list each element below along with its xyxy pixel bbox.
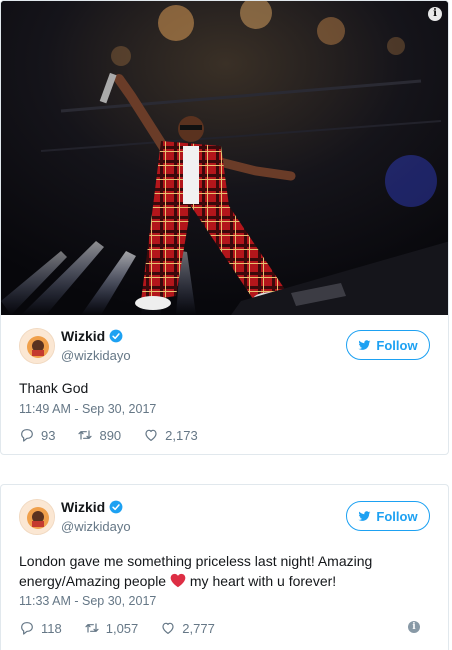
follow-button[interactable]: Follow [346,501,430,531]
heart-outline-icon [162,622,174,634]
retweet-count: 890 [99,427,122,443]
avatar[interactable] [19,499,55,535]
twitter-bird-icon [358,339,371,350]
retweet-count: 1,057 [105,620,139,636]
retweet-icon [85,623,99,633]
display-name[interactable]: Wizkid [61,328,105,344]
red-heart-emoji-icon [170,573,186,588]
info-icon[interactable]: i [408,621,420,633]
concert-photo [1,1,448,315]
display-name[interactable]: Wizkid [61,499,105,515]
tweet-text-part-2: my heart with u forever! [186,573,337,589]
follow-button[interactable]: Follow [346,330,430,360]
tweet-card: Wizkid @wizkidayo Follow London gave me … [0,484,449,650]
tweet-text: Thank God [19,380,89,396]
tweet-timestamp[interactable]: 11:33 AM - Sep 30, 2017 [19,594,156,608]
reply-icon [21,622,33,635]
reply-button[interactable]: 93 [19,427,55,443]
like-count: 2,173 [165,427,198,443]
reply-count: 118 [41,620,62,636]
avatar-image [20,500,54,534]
user-names: Wizkid @wizkidayo [61,499,131,534]
tweet-photo[interactable]: i [1,1,448,315]
like-count: 2,777 [182,620,215,636]
avatar-image [20,329,54,363]
tweet-text: London gave me something priceless last … [19,551,430,591]
user-handle[interactable]: @wizkidayo [61,348,131,363]
like-button[interactable]: 2,173 [143,427,198,443]
retweet-button[interactable]: 1,057 [84,620,139,636]
tweet-card: i Wizkid @wizkidayo Follow Thank God 11:… [0,0,449,455]
tweet-header: Wizkid @wizkidayo Follow [19,326,430,370]
tweet-header: Wizkid @wizkidayo Follow [19,497,430,541]
tweet-actions: 93 890 2,173 [19,425,430,445]
info-icon[interactable]: i [428,7,442,21]
retweet-button[interactable]: 890 [77,427,121,443]
follow-label: Follow [376,508,418,524]
reply-count: 93 [41,427,56,443]
heart-outline-icon [145,429,157,441]
retweet-icon [78,430,93,440]
like-button[interactable]: 2,777 [160,620,215,636]
avatar[interactable] [19,328,55,364]
user-names: Wizkid @wizkidayo [61,328,131,363]
verified-badge-icon [109,500,123,514]
tweet-timestamp[interactable]: 11:49 AM - Sep 30, 2017 [19,402,156,416]
verified-badge-icon [109,329,123,343]
reply-icon [21,429,33,442]
tweet-actions: 118 1,057 2,777 i [19,618,430,638]
twitter-bird-icon [358,510,371,521]
follow-label: Follow [376,337,418,353]
reply-button[interactable]: 118 [19,620,62,636]
user-handle[interactable]: @wizkidayo [61,519,131,534]
